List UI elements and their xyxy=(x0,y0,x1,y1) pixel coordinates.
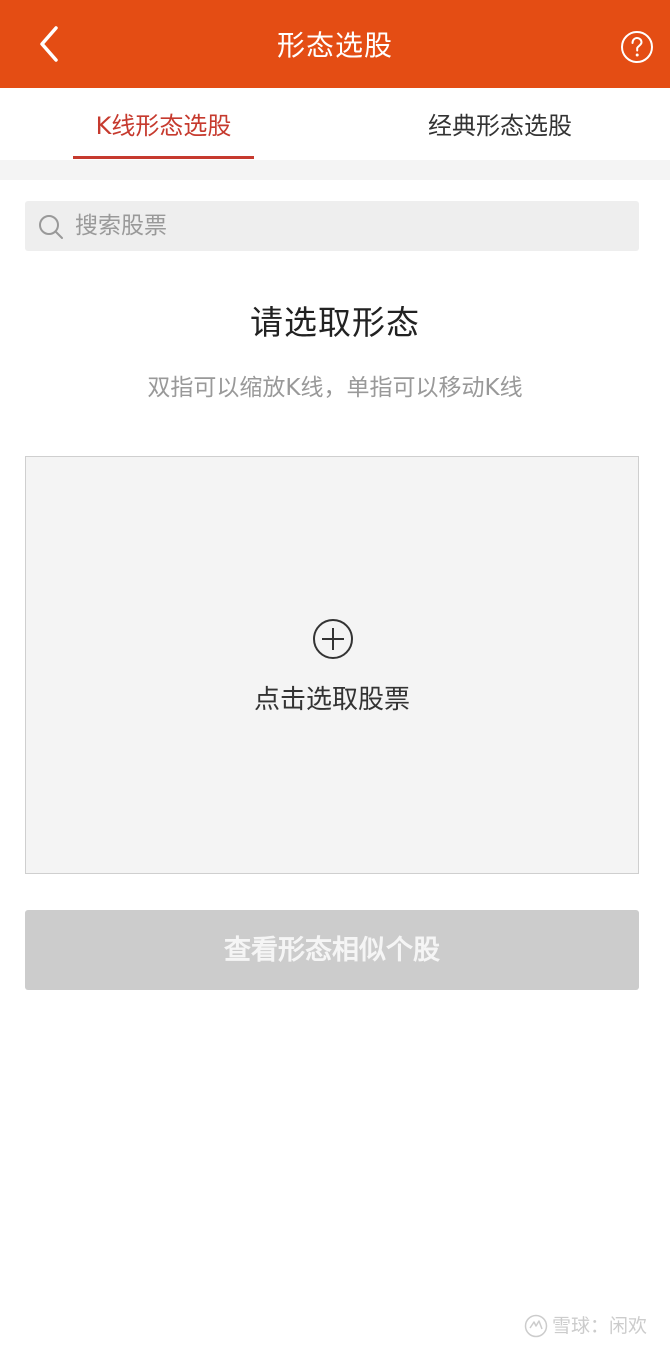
watermark-text: 雪球：闲欢 xyxy=(552,1315,648,1337)
search-bar[interactable] xyxy=(25,201,639,251)
view-similar-stocks-button[interactable]: 查看形态相似个股 xyxy=(25,910,639,990)
plus-circle-icon xyxy=(313,619,353,659)
app-header: 形态选股 xyxy=(0,0,670,88)
search-icon xyxy=(39,215,63,239)
page-title: 形态选股 xyxy=(276,29,393,62)
selection-title: 请选取形态 xyxy=(250,303,420,342)
tab-bar: K线形态选股 经典形态选股 xyxy=(0,88,670,160)
tab-kline-pattern[interactable]: K线形态选股 xyxy=(73,88,254,160)
watermark: 雪球：闲欢 xyxy=(524,1312,658,1340)
active-tab-indicator xyxy=(73,156,254,159)
tab-classic-pattern[interactable]: 经典形态选股 xyxy=(400,88,600,160)
selection-hint: 双指可以缩放K线，单指可以移动K线 xyxy=(147,375,523,401)
pick-stock-area[interactable]: 点击选取股票 xyxy=(25,456,639,874)
search-input[interactable] xyxy=(75,201,615,251)
pick-stock-label: 点击选取股票 xyxy=(253,685,410,715)
section-divider xyxy=(0,160,670,180)
snowball-logo-icon xyxy=(524,1314,548,1338)
question-circle-icon xyxy=(621,31,653,63)
help-button[interactable] xyxy=(620,30,654,64)
